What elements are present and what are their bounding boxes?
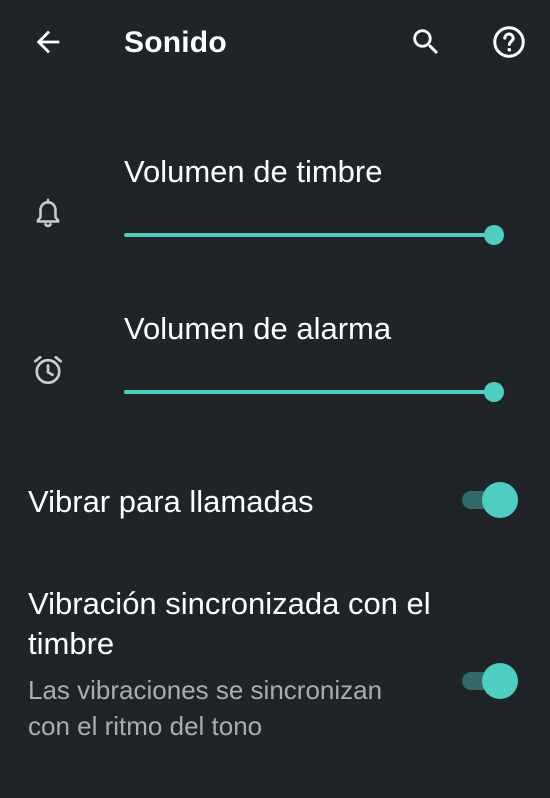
arrow-left-icon (36, 30, 60, 54)
alarm-volume-row: Volumen de alarma (0, 297, 550, 427)
switch-thumb (482, 482, 518, 518)
slider-thumb[interactable] (484, 382, 504, 402)
page-title: Sonido (124, 26, 227, 59)
vibrate-calls-row[interactable]: Vibrar para llamadas (0, 470, 550, 540)
search-icon (413, 29, 439, 55)
alarm-volume-label: Volumen de alarma (124, 311, 392, 346)
switch-thumb (482, 663, 518, 699)
alarm-volume-slider[interactable] (124, 377, 504, 407)
toolbar: Sonido (0, 0, 550, 86)
haptic-sync-switch[interactable] (460, 663, 518, 699)
help-circle-icon (493, 26, 525, 58)
bell-icon (36, 198, 60, 228)
back-button[interactable] (24, 18, 72, 66)
ring-volume-label: Volumen de timbre (124, 154, 383, 189)
haptic-sync-summary: Las vibraciones se sincronizan con el ri… (28, 675, 383, 741)
search-button[interactable] (402, 18, 450, 66)
ring-volume-row: Volumen de timbre (0, 140, 550, 270)
haptic-sync-row[interactable]: Vibración sincronizada con el timbre Las… (0, 580, 550, 780)
vibrate-calls-title: Vibrar para llamadas (28, 484, 314, 519)
ring-volume-slider[interactable] (124, 220, 504, 250)
haptic-sync-title: Vibración sincronizada con el timbre (28, 586, 431, 661)
slider-track (124, 233, 494, 237)
vibrate-calls-switch[interactable] (460, 482, 518, 518)
help-button[interactable] (485, 18, 533, 66)
slider-track (124, 390, 494, 394)
alarm-clock-icon (33, 355, 63, 385)
slider-thumb[interactable] (484, 225, 504, 245)
